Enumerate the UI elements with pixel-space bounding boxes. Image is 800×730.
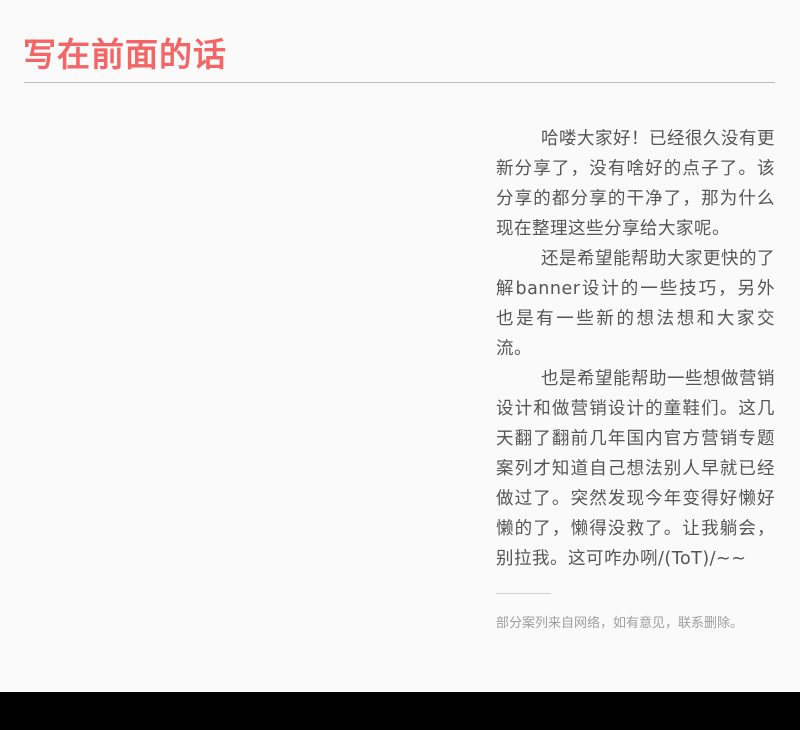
footnote-divider bbox=[496, 593, 551, 594]
page: 写在前面的话 哈喽大家好！已经很久没有更新分享了，没有啥好的点子了。该分享的都分… bbox=[0, 0, 800, 692]
paragraph-purpose: 还是希望能帮助大家更快的了解banner设计的一些技巧，另外也是有一些新的想法想… bbox=[496, 249, 775, 359]
article-body: 哈喽大家好！已经很久没有更新分享了，没有啥好的点子了。该分享的都分享的干净了，那… bbox=[496, 124, 775, 633]
bottom-bar bbox=[0, 692, 800, 730]
title-divider bbox=[24, 82, 775, 83]
paragraph-audience: 也是希望能帮助一些想做营销设计和做营销设计的童鞋们。这几天翻了翻前几年国内官方营… bbox=[496, 369, 775, 569]
page-title: 写在前面的话 bbox=[23, 35, 227, 74]
footnote: 部分案列来自网络，如有意见，联系删除。 bbox=[496, 616, 744, 631]
paragraph-intro: 哈喽大家好！已经很久没有更新分享了，没有啥好的点子了。该分享的都分享的干净了，那… bbox=[496, 129, 775, 239]
